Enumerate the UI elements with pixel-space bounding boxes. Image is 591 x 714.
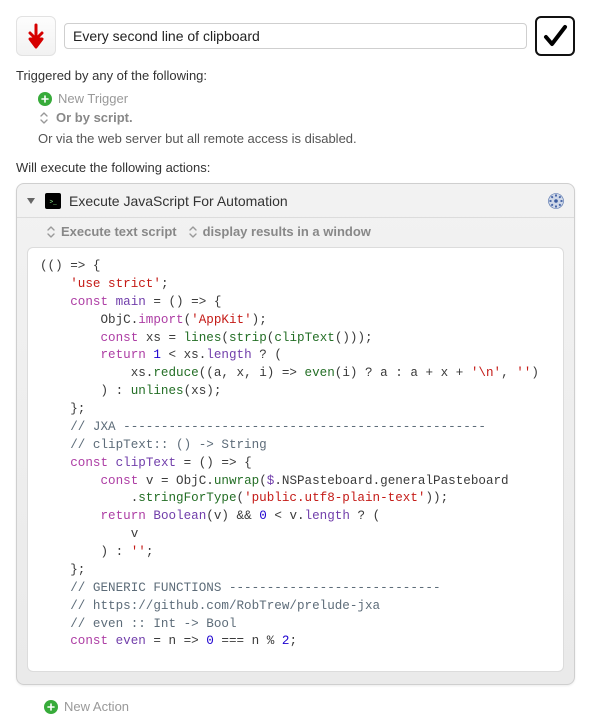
plus-icon [44, 700, 58, 714]
script-mode-label: Execute text script [61, 224, 177, 239]
action-header[interactable]: >_ Execute JavaScript For Automation [17, 184, 574, 218]
action-subheader: Execute text script display results in a… [17, 218, 574, 247]
new-trigger-button[interactable]: New Trigger [38, 91, 575, 106]
or-by-script-button[interactable]: Or by script. [38, 110, 575, 125]
macro-header-row [16, 16, 575, 56]
macro-title-input[interactable] [64, 23, 527, 49]
actions-heading: Will execute the following actions: [16, 160, 575, 175]
script-editor-icon: >_ [45, 193, 61, 209]
svg-text:>_: >_ [50, 199, 58, 206]
updown-icon [187, 226, 199, 238]
script-mode-popup[interactable]: Execute text script [45, 224, 177, 239]
action-title: Execute JavaScript For Automation [69, 193, 538, 209]
new-trigger-label: New Trigger [58, 91, 128, 106]
new-action-label: New Action [64, 699, 129, 714]
macro-enabled-checkbox[interactable] [535, 16, 575, 56]
script-text-editor[interactable]: (() => { 'use strict'; const main = () =… [27, 247, 564, 672]
remote-access-info: Or via the web server but all remote acc… [38, 131, 575, 146]
disclosure-triangle-icon[interactable] [25, 196, 37, 206]
plus-icon [38, 92, 52, 106]
action-gear-button[interactable] [546, 191, 566, 211]
updown-icon [38, 112, 50, 124]
display-mode-label: display results in a window [203, 224, 371, 239]
down-arrow-icon [25, 23, 47, 49]
display-mode-popup[interactable]: display results in a window [187, 224, 371, 239]
checkmark-icon [542, 23, 568, 49]
macro-editor: Triggered by any of the following: New T… [0, 0, 591, 714]
or-by-script-label: Or by script. [56, 110, 133, 125]
gear-icon [547, 192, 565, 210]
new-action-button[interactable]: New Action [44, 699, 575, 714]
triggers-heading: Triggered by any of the following: [16, 68, 575, 83]
macro-icon-button[interactable] [16, 16, 56, 56]
updown-icon [45, 226, 57, 238]
action-block-execute-jxa: >_ Execute JavaScript For Automation [16, 183, 575, 685]
